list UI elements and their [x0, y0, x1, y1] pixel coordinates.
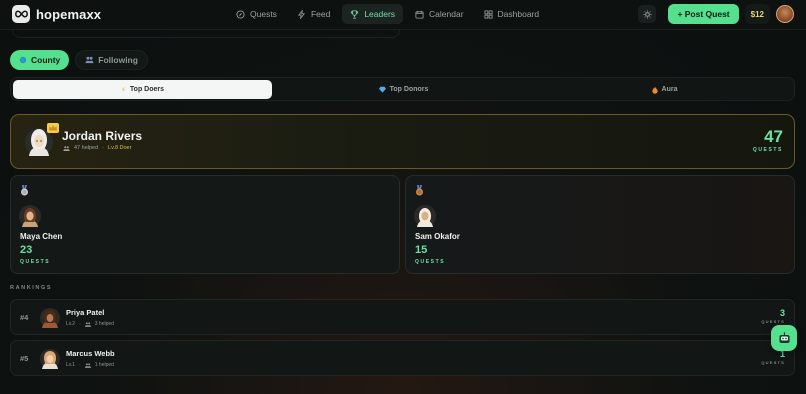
- scope-following-label: Following: [98, 55, 138, 65]
- grid-icon: [484, 9, 493, 19]
- balance-badge[interactable]: $12: [744, 4, 770, 24]
- champion-level: Lv.8 Doer: [108, 145, 132, 151]
- brand[interactable]: hopemaxx: [12, 5, 101, 23]
- ranking-name: Marcus Webb: [66, 349, 115, 358]
- nav-quests[interactable]: Quests: [228, 4, 285, 24]
- nav-leaders[interactable]: Leaders: [342, 4, 404, 24]
- champion-name: Jordan Rivers: [62, 129, 143, 143]
- ranking-helped: 1 helped: [94, 362, 114, 368]
- podium-card-third[interactable]: Sam Okafor 15 QUESTS: [405, 175, 795, 274]
- priya-avatar: [40, 308, 60, 328]
- scope-toggle: County Following: [10, 50, 148, 70]
- scope-following-button[interactable]: Following: [75, 50, 148, 70]
- app-name: hopemaxx: [36, 6, 102, 22]
- podium-card-second[interactable]: Maya Chen 23 QUESTS: [10, 175, 400, 274]
- marcus-avatar: [40, 349, 60, 369]
- silver-medal-icon: [21, 185, 28, 196]
- nav-feed[interactable]: Feed: [289, 4, 338, 24]
- tab-top-donors-label: Top Donors: [389, 86, 429, 93]
- champion-score-value: 47: [764, 127, 783, 146]
- bronze-medal-icon: [416, 185, 423, 196]
- trophy-icon: [351, 9, 359, 19]
- nav-dashboard-label: Dashboard: [497, 9, 540, 19]
- diamond-icon: [378, 86, 386, 93]
- nav-calendar[interactable]: Calendar: [407, 4, 472, 24]
- podium-second-score: 23: [20, 244, 33, 256]
- ranking-score-label: QUESTS: [761, 360, 785, 365]
- tab-top-doers[interactable]: ⚡ Top Doers: [13, 80, 272, 99]
- nav-leaders-label: Leaders: [364, 9, 396, 19]
- rankings-heading: RANKINGS: [10, 285, 53, 291]
- robot-icon: [779, 332, 789, 343]
- champion-helped: 47 helped: [74, 145, 99, 151]
- infinity-logo-icon: [12, 5, 30, 23]
- crown-icon: [47, 123, 59, 133]
- tab-top-donors[interactable]: Top Donors: [274, 80, 533, 99]
- people-icon: [84, 362, 91, 368]
- people-icon: [85, 56, 94, 64]
- ranking-score: 1 QUESTS: [761, 349, 785, 366]
- nav-quests-label: Quests: [250, 9, 277, 19]
- flame-icon: [651, 86, 658, 94]
- champion-score: 47 QUESTS: [753, 128, 783, 153]
- champion-card[interactable]: Jordan Rivers 47 helped · Lv.8 Doer 47 Q…: [10, 114, 795, 169]
- champion-score-label: QUESTS: [752, 147, 783, 153]
- main-nav: Quests Feed Leaders Calendar Dashboard: [228, 4, 547, 24]
- user-avatar[interactable]: [776, 5, 794, 23]
- ranking-score-value: 3: [779, 308, 785, 318]
- ranking-row[interactable]: #4 Priya Patel Lv.2 · 3 helped 3 QUESTS: [10, 299, 795, 335]
- theme-toggle-button[interactable]: [638, 5, 657, 23]
- ranking-position: #4: [20, 313, 29, 322]
- maya-avatar: [19, 205, 41, 227]
- top-nav-bar: hopemaxx Quests Feed Leaders Calendar Da…: [0, 0, 806, 30]
- ranking-row[interactable]: #5 Marcus Webb Lv.1 · 1 helped 1 QUESTS: [10, 340, 795, 376]
- champion-meta: 47 helped · Lv.8 Doer: [63, 145, 131, 151]
- header-actions: + Post Quest $12: [638, 4, 794, 24]
- meta-separator: ·: [79, 362, 81, 368]
- tab-aura-label: Aura: [661, 86, 678, 93]
- ranking-position: #5: [20, 354, 29, 363]
- meta-separator: ·: [102, 145, 105, 151]
- podium-third-score: 15: [415, 244, 428, 256]
- post-quest-button[interactable]: + Post Quest: [668, 4, 739, 24]
- tab-aura[interactable]: Aura: [535, 80, 794, 99]
- bolt-icon: ⚡: [120, 86, 126, 94]
- podium-second-score-label: QUESTS: [20, 259, 51, 265]
- leaderboard-tabs: ⚡ Top Doers Top Donors Aura: [10, 77, 795, 101]
- people-icon: [84, 321, 91, 327]
- background-card-edge: [12, 30, 400, 38]
- globe-icon: [19, 56, 27, 64]
- podium-third-score-label: QUESTS: [415, 259, 446, 265]
- meta-separator: ·: [79, 321, 81, 327]
- nav-calendar-label: Calendar: [429, 9, 464, 19]
- sam-avatar: [414, 205, 436, 227]
- ranking-level: Lv.2: [66, 321, 76, 327]
- compass-icon: [236, 9, 245, 19]
- ranking-helped: 3 helped: [94, 321, 114, 327]
- bolt-icon: [297, 9, 305, 19]
- ranking-score-label: QUESTS: [761, 319, 785, 324]
- scope-county-button[interactable]: County: [10, 50, 70, 70]
- people-icon: [63, 145, 70, 151]
- podium-third-name: Sam Okafor: [415, 232, 460, 241]
- podium-second-name: Maya Chen: [20, 232, 63, 241]
- nav-dashboard[interactable]: Dashboard: [476, 4, 548, 24]
- calendar-icon: [415, 10, 424, 19]
- scope-county-label: County: [31, 55, 61, 65]
- nav-feed-label: Feed: [310, 9, 331, 19]
- ranking-level: Lv.1: [66, 362, 76, 368]
- ranking-score: 3 QUESTS: [761, 308, 785, 325]
- ranking-meta: Lv.2 · 3 helped: [66, 321, 114, 327]
- ranking-score-value: 1: [779, 349, 785, 359]
- ranking-name: Priya Patel: [66, 308, 105, 317]
- ranking-meta: Lv.1 · 1 helped: [66, 362, 114, 368]
- tab-top-doers-label: Top Doers: [129, 86, 165, 93]
- chat-bot-button[interactable]: [771, 325, 797, 351]
- sun-icon: [643, 9, 652, 19]
